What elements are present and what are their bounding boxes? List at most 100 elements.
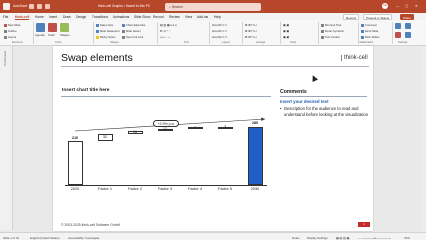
help-icon[interactable] bbox=[405, 23, 411, 29]
chart-value-label: 16 bbox=[132, 129, 138, 134]
outline-button[interactable]: Outline bbox=[4, 29, 17, 33]
select-icon bbox=[122, 29, 125, 33]
thumbnail-panel-label: Thumbnails bbox=[3, 51, 7, 67]
slide-statement-button[interactable]: Slide Statement bbox=[96, 29, 120, 33]
tools-icons-2[interactable]: ▣ ▣ bbox=[283, 29, 289, 33]
chart-value-label: 7 bbox=[193, 125, 197, 130]
group-label-elements: Elements bbox=[12, 41, 23, 44]
search-input[interactable]: ⌕ Search bbox=[165, 2, 261, 11]
align-center-icons[interactable]: ⊏ ⊐ ⊓ ⊔ bbox=[245, 29, 256, 33]
tab-slide-show[interactable]: Slide Show bbox=[134, 15, 151, 19]
tab-draw[interactable]: Draw bbox=[63, 15, 71, 19]
shortcut-tool-button[interactable]: Shortcut Tool bbox=[321, 23, 341, 27]
chart-x-tick-label: Factor 4 bbox=[188, 187, 202, 191]
chart-icon[interactable] bbox=[48, 23, 57, 32]
send-icon bbox=[361, 29, 364, 33]
statement-icon bbox=[96, 29, 99, 33]
tab-add-ins[interactable]: Add-ins bbox=[197, 15, 208, 19]
comments-subheading[interactable]: Insert your desired text bbox=[280, 99, 329, 104]
tab-view[interactable]: View bbox=[185, 15, 192, 19]
view-icons[interactable]: ▦ ▤ ▥ ▣ bbox=[336, 236, 349, 240]
ribbon-divider bbox=[392, 22, 393, 44]
slide-canvas[interactable]: Swap elements think-cell Insert chart ti… bbox=[53, 46, 373, 231]
comments-body[interactable]: Description for the audience to read and… bbox=[284, 106, 374, 118]
comments-bullet: • bbox=[280, 106, 282, 111]
stick-slides-button[interactable]: Stick Slides bbox=[361, 35, 379, 39]
align-left-icons[interactable]: ⊏ ⊐ ⊓ ⊔ bbox=[245, 23, 256, 27]
tab-home[interactable]: Home bbox=[35, 15, 44, 19]
autosave-toggle[interactable]: AutoSave bbox=[13, 4, 27, 8]
cagr-badge[interactable]: +2.9% p.a. bbox=[153, 120, 179, 127]
group-label-shapes: Shapes bbox=[110, 41, 119, 44]
tab-record[interactable]: Record bbox=[153, 15, 164, 19]
share-button[interactable]: Share bbox=[400, 14, 415, 20]
data-links-button[interactable]: Data Links bbox=[96, 23, 113, 27]
close-icon[interactable]: ✕ bbox=[415, 4, 418, 8]
ribbon-divider bbox=[209, 22, 210, 44]
shapes-icon[interactable] bbox=[60, 23, 69, 32]
tools-icons[interactable]: ▣ ▣ bbox=[283, 23, 289, 27]
chart-data-links-button[interactable]: Chart data links bbox=[122, 23, 145, 27]
agenda-icon[interactable] bbox=[36, 23, 45, 32]
tab-review[interactable]: Review bbox=[169, 15, 180, 19]
status-bar: Slide 1 of 31 English (United States) Ac… bbox=[0, 232, 426, 240]
comment-button[interactable]: Comment bbox=[361, 23, 377, 27]
language-indicator[interactable]: English (United States) bbox=[30, 236, 60, 240]
shortcut-icon bbox=[321, 23, 324, 27]
chart-bar-2020[interactable] bbox=[67, 141, 83, 185]
new-slide-button[interactable]: New Slide bbox=[4, 23, 20, 27]
align-icons[interactable]: ⫷ ⫸ ⇤ ⇥ bbox=[160, 35, 170, 39]
vertical-scrollbar[interactable] bbox=[421, 46, 426, 232]
send-slide-button[interactable]: Send Slide bbox=[361, 29, 378, 33]
chart-link-icon bbox=[122, 23, 125, 27]
tab-transitions[interactable]: Transitions bbox=[92, 15, 108, 19]
license-icon[interactable] bbox=[395, 32, 401, 38]
text-control-button[interactable]: Text Control bbox=[321, 35, 340, 39]
comments-heading[interactable]: Comments bbox=[280, 89, 307, 95]
record-button[interactable]: Record bbox=[343, 14, 359, 20]
redo-icon[interactable] bbox=[45, 4, 50, 9]
text-format-icons[interactable]: ▤ ▥ ▦ ≡ ≡ ≡ bbox=[160, 23, 177, 27]
bold-italic-icons[interactable]: B I U ⁺ ₋ bbox=[160, 29, 171, 33]
chart-value-label: 32 bbox=[102, 135, 108, 140]
arrange-icons[interactable]: ⊞ ⊟ ⊠ ⊡ ▭ bbox=[212, 23, 227, 27]
distribute-icons[interactable]: ⊞ ⊟ ⊠ ⊡ ▭ bbox=[212, 29, 227, 33]
chart-bar-2030[interactable] bbox=[247, 126, 263, 185]
tab-animations[interactable]: Animations bbox=[113, 15, 129, 19]
slide-footer: © 2003-2025 think-cell Software GmbH bbox=[61, 223, 121, 227]
ribbon-divider bbox=[358, 22, 359, 44]
align-right-icons[interactable]: ⊏ ⊐ ⊓ ⊔ bbox=[245, 35, 256, 39]
display-settings-button[interactable]: Display Settings bbox=[307, 236, 328, 240]
zoom-slider[interactable]: — ──────●────── + bbox=[358, 236, 391, 240]
settings-gear-icon[interactable] bbox=[395, 23, 401, 29]
undo-icon[interactable] bbox=[37, 4, 42, 9]
tab-help[interactable]: Help bbox=[214, 15, 221, 19]
options-icon[interactable] bbox=[405, 32, 411, 38]
layout-icon bbox=[4, 35, 7, 39]
tab-insert[interactable]: Insert bbox=[49, 15, 57, 19]
zoom-level[interactable]: 76% bbox=[404, 236, 410, 240]
stick-icon bbox=[361, 35, 364, 39]
tab-file[interactable]: File bbox=[3, 15, 8, 19]
ribbon-divider bbox=[280, 22, 281, 44]
chart-value-label: 12 bbox=[162, 127, 168, 132]
app-logo-icon bbox=[3, 3, 10, 10]
avatar[interactable]: AE bbox=[382, 3, 388, 9]
tools-icons-3[interactable]: ▣ ▣ bbox=[283, 35, 289, 39]
size-icons[interactable]: ⊞ ⊟ ⊠ ⊡ ▭ bbox=[212, 35, 227, 39]
minimize-icon[interactable]: — bbox=[396, 4, 399, 8]
accessibility-indicator[interactable]: Accessibility: Investigate bbox=[68, 236, 99, 240]
save-icon[interactable] bbox=[29, 4, 34, 9]
ribbon-divider bbox=[93, 22, 94, 44]
slide-select-button[interactable]: Slide Select bbox=[122, 29, 141, 33]
sticky-notes-button[interactable]: Sticky Notes bbox=[96, 35, 115, 39]
layout-button[interactable]: Layout bbox=[4, 35, 16, 39]
present-in-teams-button[interactable]: Present in Teams bbox=[363, 14, 393, 20]
maximize-icon[interactable]: ▢ bbox=[405, 4, 408, 8]
tab-design[interactable]: Design bbox=[76, 15, 86, 19]
notes-button[interactable]: Notes bbox=[292, 236, 300, 240]
next-unit-link-button[interactable]: Next Unit Link bbox=[122, 35, 143, 39]
thumbnail-panel[interactable] bbox=[0, 46, 13, 230]
next-icon bbox=[122, 35, 125, 39]
smart-symbols-button[interactable]: Smart Symbols bbox=[321, 29, 344, 33]
